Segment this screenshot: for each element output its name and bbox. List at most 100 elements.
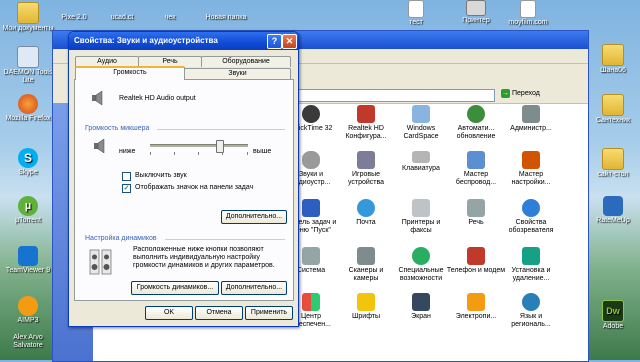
desktop-icon-label: moyfilm.com [508,19,548,26]
ok-button[interactable]: OK [145,306,193,320]
cp-item-label: Шрифты [351,313,381,320]
slider-track [150,144,248,147]
desktop-icon-chek[interactable]: чек [142,2,198,21]
tab-sounds[interactable]: Звуки [184,68,291,79]
slider-thumb[interactable] [216,140,225,153]
slider-tick [222,152,223,155]
cp-item-label: Свойства обозревателя [508,219,554,234]
folder-icon [602,148,624,170]
cp-item-admin[interactable]: Администр... [501,105,561,133]
cp-item-label: Клавиатура [402,165,440,172]
speaker-volume-button[interactable]: Громкость динамиков... [131,281,219,295]
volume-slider[interactable] [150,140,248,158]
cp-item-game[interactable]: Игровые устройства [336,151,396,187]
cp-item-display[interactable]: Экран [391,293,451,321]
dialog-titlebar[interactable]: Свойства: Звуки и аудиоустройства ? ✕ [69,32,298,50]
go-button[interactable]: → Переход [501,89,540,98]
desktop-icon-label: Новая папка [205,14,247,21]
cp-item-label: Система [296,267,326,274]
speaker-icon [92,90,103,106]
cp-item-mail[interactable]: Почта [336,199,396,227]
mixer-group-title: Громкость микшера [85,125,150,132]
speakers-group-title: Настройка динамиков [85,235,157,242]
cp-item-power[interactable]: Электропи... [446,293,506,321]
desktop-icon-skype[interactable]: S Skype [0,148,56,177]
desktop-icon-site-stol[interactable]: сайт-стол [585,148,640,179]
slider-high-label: выше [253,148,272,155]
desktop-icon-label: µTorrent [15,217,41,224]
desktop-icon-label: тест [409,19,423,26]
tab-volume[interactable]: Громкость [75,66,185,80]
desktop-icon-utorrent[interactable]: µ µTorrent [0,196,56,225]
desktop-icon-alex[interactable]: Alex Arvo Salvatore [0,334,56,350]
cp-item-label: Принтеры и факсы [401,219,441,234]
globe-icon [522,199,540,217]
cp-item-regional[interactable]: Язык и региональ... [501,293,561,329]
firefox-icon [18,94,38,114]
go-label: Переход [512,90,540,97]
desktop-icon-label: Шана06 [600,67,626,74]
taskbar-icon-checkbox[interactable]: ✓ [122,184,131,193]
cp-item-label: Речь [468,219,484,226]
quicktime-icon [302,105,320,123]
slider-low-label: ниже [119,148,136,155]
dialog-title: Свойства: Звуки и аудиоустройства [74,36,218,45]
globe-icon [522,293,540,311]
cp-item-label: Почта [356,219,376,226]
mute-label: Выключить звук [135,172,187,179]
desktop-icon-printer[interactable]: Принтер [448,0,504,25]
desktop-icon-adobe[interactable]: Dw Adobe [585,300,640,331]
cardspace-icon [412,105,430,123]
cp-item-internet-options[interactable]: Свойства обозревателя [501,199,561,235]
desktop-icon-santehnik[interactable]: Сантехник [585,94,640,125]
slider-tick [174,152,175,155]
desktop-icon-new-folder[interactable]: Новая папка [198,2,254,21]
cp-item-label: Сканеры и камеры [348,267,384,282]
help-button[interactable]: ? [267,34,282,49]
computer-icon [302,247,320,265]
cp-item-keyboard[interactable]: Клавиатура [391,151,451,173]
desktop-icon-moyfilm[interactable]: moyfilm.com [500,0,556,27]
cp-item-label: Автомати... обновление [456,125,496,140]
folder-icon [602,94,624,116]
group-divider [165,239,285,240]
cp-item-phone[interactable]: Телефон и модем [446,247,506,275]
cp-item-accessibility[interactable]: Специальные возможности [391,247,451,283]
cp-item-wireless[interactable]: Мастер беспровод... [446,151,506,187]
cp-item-add-remove[interactable]: Установка и удаление... [501,247,561,283]
text-file-icon [408,0,424,18]
cp-item-fonts[interactable]: Шрифты [336,293,396,321]
slider-tick [150,152,151,155]
desktop-icon-shana[interactable]: Шана06 [585,44,640,75]
desktop-icon-label: ucad.ct [110,14,134,21]
cancel-button[interactable]: Отмена [195,306,243,320]
desktop-icon-aimp[interactable]: AIMP3 [0,296,56,325]
desktop-icon-daemon-tools[interactable]: DAEMON Tools Lite [0,46,56,85]
power-icon [467,293,485,311]
apply-button[interactable]: Применить [245,306,293,320]
desktop-icon-test[interactable]: тест [388,0,444,27]
desktop-icon-teamviewer[interactable]: TeamViewer 9 [0,246,56,275]
realtek-icon [357,105,375,123]
desktop-icon-label: Pixe 2.0 [61,14,87,21]
utorrent-icon: µ [18,196,38,216]
folder-icon [602,44,624,66]
mail-icon [357,199,375,217]
cp-item-scanners[interactable]: Сканеры и камеры [336,247,396,283]
speaker-icon [302,151,320,169]
advanced-button[interactable]: Дополнительно... [221,210,287,224]
cp-item-autoupdate[interactable]: Автомати... обновление [446,105,506,141]
close-button[interactable]: ✕ [282,34,297,49]
wireless-icon [467,151,485,169]
cp-item-cardspace[interactable]: Windows CardSpace [391,105,451,141]
go-arrow-icon: → [501,89,510,98]
desktop-icon-firefox[interactable]: Mozilla Firefox [0,94,56,123]
cp-item-printers[interactable]: Принтеры и факсы [391,199,451,235]
speaker-advanced-button[interactable]: Дополнительно... [221,281,287,295]
cp-item-speech[interactable]: Речь [446,199,506,227]
cp-item-network-wizard[interactable]: Мастер настройки... [501,151,561,187]
mute-checkbox[interactable] [122,172,131,181]
cp-item-realtek[interactable]: Realtek HD Конфигура... [336,105,396,141]
tab-hardware[interactable]: Оборудование [201,56,291,67]
desktop-icon-ratemeup[interactable]: RateMeUp [585,196,640,225]
